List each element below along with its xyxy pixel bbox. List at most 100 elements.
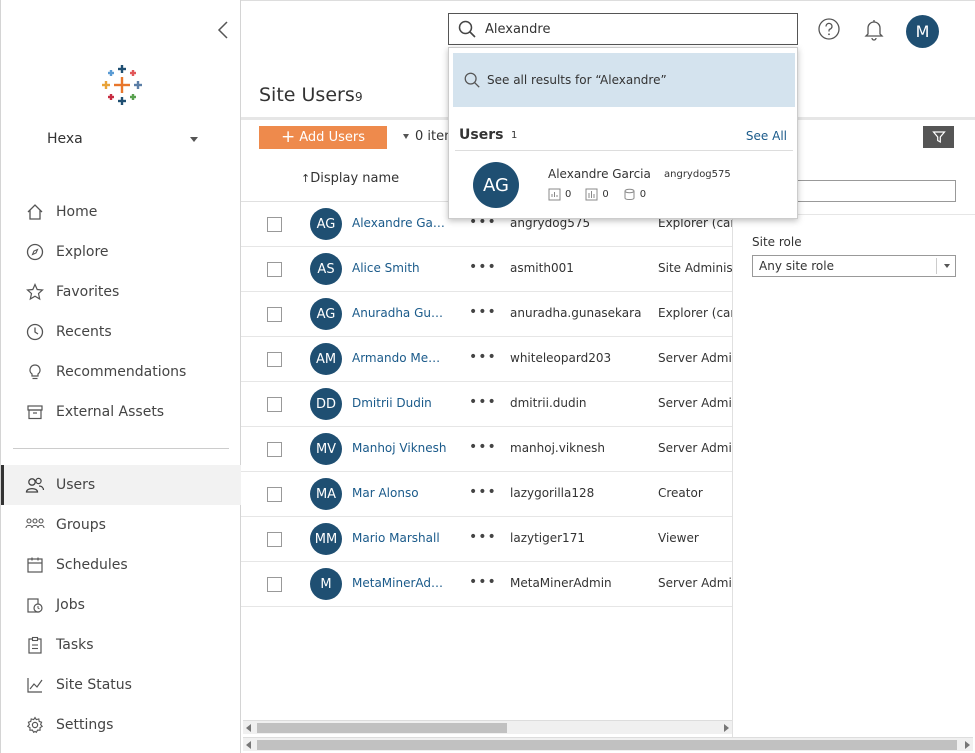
nav-item-external-assets[interactable]: External Assets [1, 392, 241, 432]
sidebar: Hexa Home Explore Favorites Recents Reco… [0, 0, 241, 753]
see-all-results-link[interactable]: See all results for “Alexandre” [453, 53, 795, 107]
scroll-left-icon[interactable] [246, 724, 251, 732]
nav-item-site-status[interactable]: Site Status [1, 665, 241, 705]
user-name-link[interactable]: Manhoj Viknesh [352, 441, 447, 455]
site-role-select[interactable]: Any site role [752, 255, 956, 277]
username: manhoj.viknesh [510, 441, 605, 455]
nav-item-groups[interactable]: Groups [1, 505, 241, 545]
nav-item-tasks[interactable]: Tasks [1, 625, 241, 665]
archive-icon [27, 405, 43, 420]
avatar: AG [310, 298, 342, 330]
row-actions-menu[interactable]: ••• [469, 394, 497, 410]
see-all-results-label: See all results for “Alexandre” [487, 73, 667, 87]
gear-icon [26, 716, 44, 734]
star-icon [26, 283, 44, 301]
username: MetaMinerAdmin [510, 576, 612, 590]
nav-item-explore[interactable]: Explore [1, 232, 241, 272]
nav-item-schedules[interactable]: Schedules [1, 545, 241, 585]
see-all-users-link[interactable]: See All [746, 129, 787, 143]
user-name-link[interactable]: Alexandre Garcia [352, 216, 447, 230]
scrollbar-thumb[interactable] [257, 740, 957, 750]
row-checkbox[interactable] [267, 577, 282, 592]
scroll-right-icon[interactable] [724, 724, 729, 732]
row-actions-menu[interactable]: ••• [469, 304, 497, 320]
nav-item-recommendations[interactable]: Recommendations [1, 352, 241, 392]
row-checkbox[interactable] [267, 487, 282, 502]
user-name-link[interactable]: Dmitrii Dudin [352, 396, 447, 410]
nav-label: Jobs [56, 597, 85, 613]
nav-item-favorites[interactable]: Favorites [1, 272, 241, 312]
user-name-link[interactable]: Mario Marshall [352, 531, 447, 545]
users-icon [25, 477, 45, 493]
page-horizontal-scrollbar[interactable] [243, 737, 973, 751]
search-input[interactable] [485, 21, 785, 37]
results-users-heading: Users [459, 127, 504, 143]
scrollbar-thumb[interactable] [257, 723, 507, 733]
user-name-link[interactable]: Alice Smith [352, 261, 447, 275]
user-avatar-button[interactable]: M [906, 15, 939, 48]
help-button[interactable] [817, 17, 841, 41]
site-role-value: Any site role [759, 259, 834, 273]
table-horizontal-scrollbar[interactable] [243, 720, 732, 734]
row-actions-menu[interactable]: ••• [469, 349, 497, 365]
chevron-left-icon [217, 21, 228, 39]
table-row: DD Dmitrii Dudin ••• dmitrii.dudin Serve… [241, 382, 732, 427]
scroll-left-icon[interactable] [246, 741, 251, 749]
nav-label: Recents [56, 324, 112, 340]
collapse-sidebar-button[interactable] [216, 20, 234, 42]
filter-panel: Site role Any site role [732, 157, 975, 737]
nav-item-users[interactable]: Users [1, 465, 241, 505]
search-result-user[interactable]: AG Alexandre Garcia angrydog575 0 0 0 [453, 154, 795, 216]
row-checkbox[interactable] [267, 352, 282, 367]
username: lazygorilla128 [510, 486, 595, 500]
row-checkbox[interactable] [267, 532, 282, 547]
result-stats: 0 0 0 [548, 188, 660, 201]
row-checkbox[interactable] [267, 442, 282, 457]
row-actions-menu[interactable]: ••• [469, 529, 497, 545]
row-actions-menu[interactable]: ••• [469, 484, 497, 500]
filter-icon [931, 131, 946, 144]
nav-item-recents[interactable]: Recents [1, 312, 241, 352]
site-role: Creator [658, 486, 703, 500]
username: anuradha.gunasekara [510, 306, 642, 320]
avatar: AG [473, 162, 519, 208]
nav-label: Explore [56, 244, 109, 260]
nav-item-home[interactable]: Home [1, 192, 241, 232]
row-checkbox[interactable] [267, 307, 282, 322]
avatar: MV [310, 433, 342, 465]
nav-label: Schedules [56, 557, 128, 573]
row-checkbox[interactable] [267, 397, 282, 412]
site-selector[interactable]: Hexa [47, 131, 202, 151]
notifications-button[interactable] [862, 17, 886, 41]
scroll-right-icon[interactable] [965, 741, 970, 749]
search-icon [464, 72, 480, 88]
nav-label: Tasks [56, 637, 94, 653]
page-title: Site Users [259, 84, 355, 106]
user-name-link[interactable]: MetaMinerAdmin [352, 576, 447, 590]
row-checkbox[interactable] [267, 217, 282, 232]
nav-label: Groups [56, 517, 106, 533]
nav-label: Recommendations [56, 364, 187, 380]
row-actions-menu[interactable]: ••• [469, 259, 497, 275]
column-header-display-name[interactable]: ↑Display name [301, 171, 399, 186]
user-name-link[interactable]: Anuradha Gunasekara [352, 306, 447, 320]
filter-text-input[interactable] [797, 180, 956, 202]
sort-asc-icon: ↑ [301, 172, 311, 185]
caret-down-icon [190, 137, 198, 142]
row-actions-menu[interactable]: ••• [469, 439, 497, 455]
row-checkbox[interactable] [267, 262, 282, 277]
bell-icon [864, 20, 884, 41]
table-row: MV Manhoj Viknesh ••• manhoj.viknesh Ser… [241, 427, 732, 472]
add-users-button[interactable]: + Add Users [259, 126, 387, 149]
search-box[interactable] [448, 13, 798, 45]
user-name-link[interactable]: Mar Alonso [352, 486, 447, 500]
nav-item-jobs[interactable]: Jobs [1, 585, 241, 625]
user-name-link[interactable]: Armando Meyer [352, 351, 447, 365]
nav-item-settings[interactable]: Settings [1, 705, 241, 745]
actions-dropdown[interactable]: 0 items [403, 129, 449, 144]
home-icon [27, 204, 43, 220]
nav-label: Users [56, 477, 96, 493]
table-row: AM Armando Meyer ••• whiteleopard203 Ser… [241, 337, 732, 382]
filter-toggle-button[interactable] [923, 126, 954, 148]
row-actions-menu[interactable]: ••• [469, 574, 497, 590]
